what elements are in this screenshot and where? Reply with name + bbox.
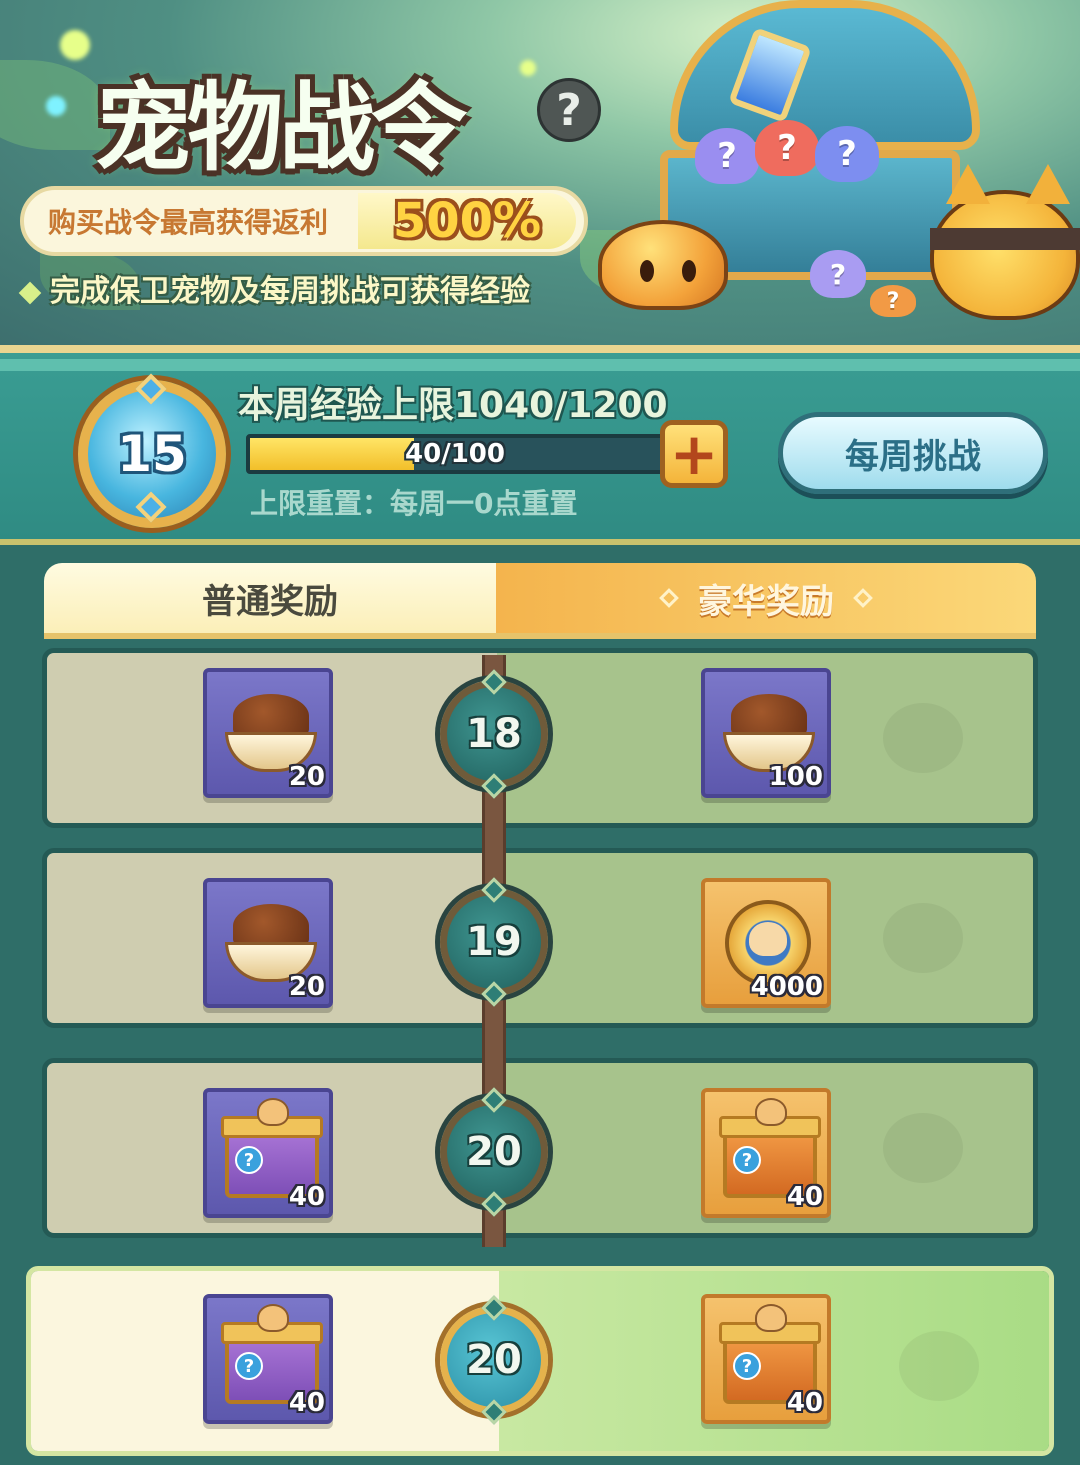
level-node: 18 (440, 669, 548, 799)
item-quantity: 20 (288, 972, 325, 1002)
item-quantity: 40 (288, 1388, 325, 1418)
tab-luxury-label: 豪华奖励 (698, 581, 834, 622)
mystery-egg-icon: ? (815, 126, 879, 182)
promo-value: 500% (358, 193, 576, 249)
plus-icon[interactable]: + (660, 420, 728, 488)
item-quantity: 4000 (750, 972, 823, 1002)
level-node-number: 20 (466, 1337, 522, 1383)
level-node-number: 19 (466, 919, 522, 965)
item-quantity: 20 (288, 762, 325, 792)
weekly-challenge-button[interactable]: 每周挑战 (778, 412, 1048, 494)
item-quantity: 40 (288, 1182, 325, 1212)
diamond-bullet-icon (18, 281, 42, 304)
tab-normal-label: 普通奖励 (202, 581, 338, 622)
weekly-exp-cap: 本周经验上限1040/1200 (238, 385, 668, 426)
level-node: 19 (440, 877, 548, 1007)
mystery-egg-icon: ? (755, 120, 819, 176)
level-node: 20 (440, 1087, 548, 1217)
pet-battle-pass-screen: ? ? ? ? ? 宠物战令 ? 购买战令最高获得返利 500% 完成保卫宠物及… (0, 0, 1080, 1465)
item-quantity: 40 (786, 1388, 823, 1418)
reward-item-luxury[interactable]: ? 40 (701, 1088, 831, 1218)
reset-info: 上限重置：每周一0点重置 (250, 487, 578, 520)
mystery-egg-icon: ? (870, 285, 916, 317)
tab-luxury-rewards[interactable]: 豪华奖励 (496, 563, 1036, 633)
reward-item-normal[interactable]: 20 (203, 668, 333, 798)
item-quantity: 100 (768, 762, 823, 792)
promo-text: 购买战令最高获得返利 (48, 206, 329, 239)
item-quantity: 40 (786, 1182, 823, 1212)
diamond-icon (659, 588, 679, 608)
level-node-current: 20 (440, 1295, 548, 1425)
banner: ? ? ? ? ? 宠物战令 ? 购买战令最高获得返利 500% 完成保卫宠物及… (0, 0, 1080, 345)
page-title: 宠物战令 (95, 72, 467, 184)
reward-item-normal[interactable]: ? 40 (203, 1088, 333, 1218)
exp-progress-bar: 40/100 (246, 434, 664, 474)
glow-decoration (46, 96, 66, 116)
reward-item-luxury[interactable]: 100 (701, 668, 831, 798)
level-node-number: 18 (466, 711, 522, 757)
reward-item-luxury[interactable]: ? 40 (701, 1294, 831, 1424)
glow-decoration (60, 30, 90, 60)
slime-pet-illustration (598, 220, 728, 310)
level-node-number: 20 (466, 1129, 522, 1175)
exp-progress-text: 40/100 (405, 439, 505, 469)
mystery-egg-icon: ? (810, 250, 866, 298)
promo-banner: 购买战令最高获得返利 500% (20, 186, 588, 256)
exp-hint: 完成保卫宠物及每周挑战可获得经验 (18, 266, 530, 310)
reward-item-normal[interactable]: ? 40 (203, 1294, 333, 1424)
exp-hint-text: 完成保卫宠物及每周挑战可获得经验 (50, 274, 530, 309)
reward-item-luxury[interactable]: 4000 (701, 878, 831, 1008)
cat-pet-illustration (930, 164, 1080, 320)
diamond-icon (853, 588, 873, 608)
reward-tabs: 普通奖励 豪华奖励 (44, 563, 1036, 639)
reward-item-normal[interactable]: 20 (203, 878, 333, 1008)
glow-decoration (520, 60, 536, 76)
question-icon[interactable]: ? (537, 78, 601, 142)
mystery-egg-icon: ? (695, 128, 759, 184)
tab-normal-rewards[interactable]: 普通奖励 (44, 563, 496, 633)
